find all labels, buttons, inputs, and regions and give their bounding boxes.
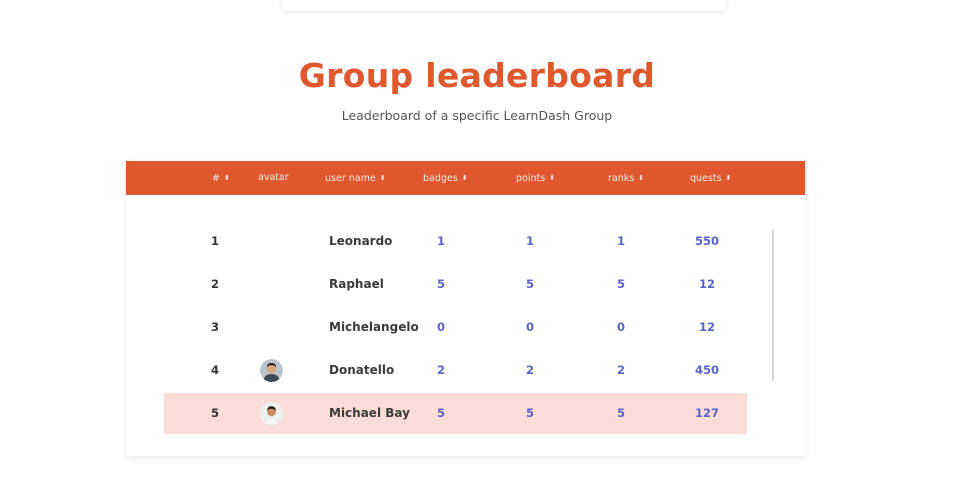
table-row[interactable]: 2 Raphael 5 5 5 12 [164,264,747,305]
ranks-cell: 1 [616,234,625,248]
user-name-cell[interactable]: Michael Bay [329,393,410,434]
badges-cell: 2 [436,363,445,377]
scrollbar[interactable] [772,229,774,381]
table-row[interactable]: 1 Leonardo 1 1 1 550 [164,221,747,262]
rank-cell: 2 [210,277,219,291]
page-subtitle: Leaderboard of a specific LearnDash Grou… [341,108,613,123]
user-name-cell[interactable]: Michelangelo [329,307,419,348]
user-name-cell[interactable]: Leonardo [329,221,392,262]
quests-cell: 12 [698,277,715,291]
quests-cell: 550 [694,234,719,248]
avatar[interactable] [260,402,283,425]
points-cell: 5 [525,277,534,291]
ranks-cell: 5 [616,277,625,291]
points-cell: 0 [525,320,534,334]
badges-cell: 5 [436,406,445,420]
rank-cell: 3 [210,320,219,334]
ranks-cell: 5 [616,406,625,420]
rank-cell: 5 [210,406,219,420]
table-body: 1 Leonardo 1 1 1 550 2 Raphael 5 5 5 1 2 … [126,161,805,456]
rank-cell: 1 [210,234,219,248]
rank-cell: 4 [210,363,219,377]
points-cell: 1 [525,234,534,248]
previous-card [282,0,726,11]
badges-cell: 0 [436,320,445,334]
user-name-cell[interactable]: Donatello [329,350,394,391]
badges-cell: 5 [436,277,445,291]
badges-cell: 1 [436,234,445,248]
avatar[interactable] [260,359,283,382]
table-row-highlighted[interactable]: 5 Michael Bay 5 5 5 127 [164,393,747,434]
ranks-cell: 0 [616,320,625,334]
points-cell: 5 [525,406,534,420]
points-cell: 2 [525,363,534,377]
quests-cell: 12 [698,320,715,334]
table-row[interactable]: 4 Donatello 2 2 2 450 [164,350,747,391]
quests-cell: 450 [694,363,719,377]
page-title: Group leaderboard [298,56,656,95]
user-name-cell[interactable]: Raphael [329,264,384,305]
ranks-cell: 2 [616,363,625,377]
table-row[interactable]: 3 Michelangelo 0 0 0 12 [164,307,747,348]
leaderboard-card: # ⬍ avatar user name ⬍ badges ⬍ points ⬍ ran… [126,161,805,456]
quests-cell: 127 [694,406,719,420]
